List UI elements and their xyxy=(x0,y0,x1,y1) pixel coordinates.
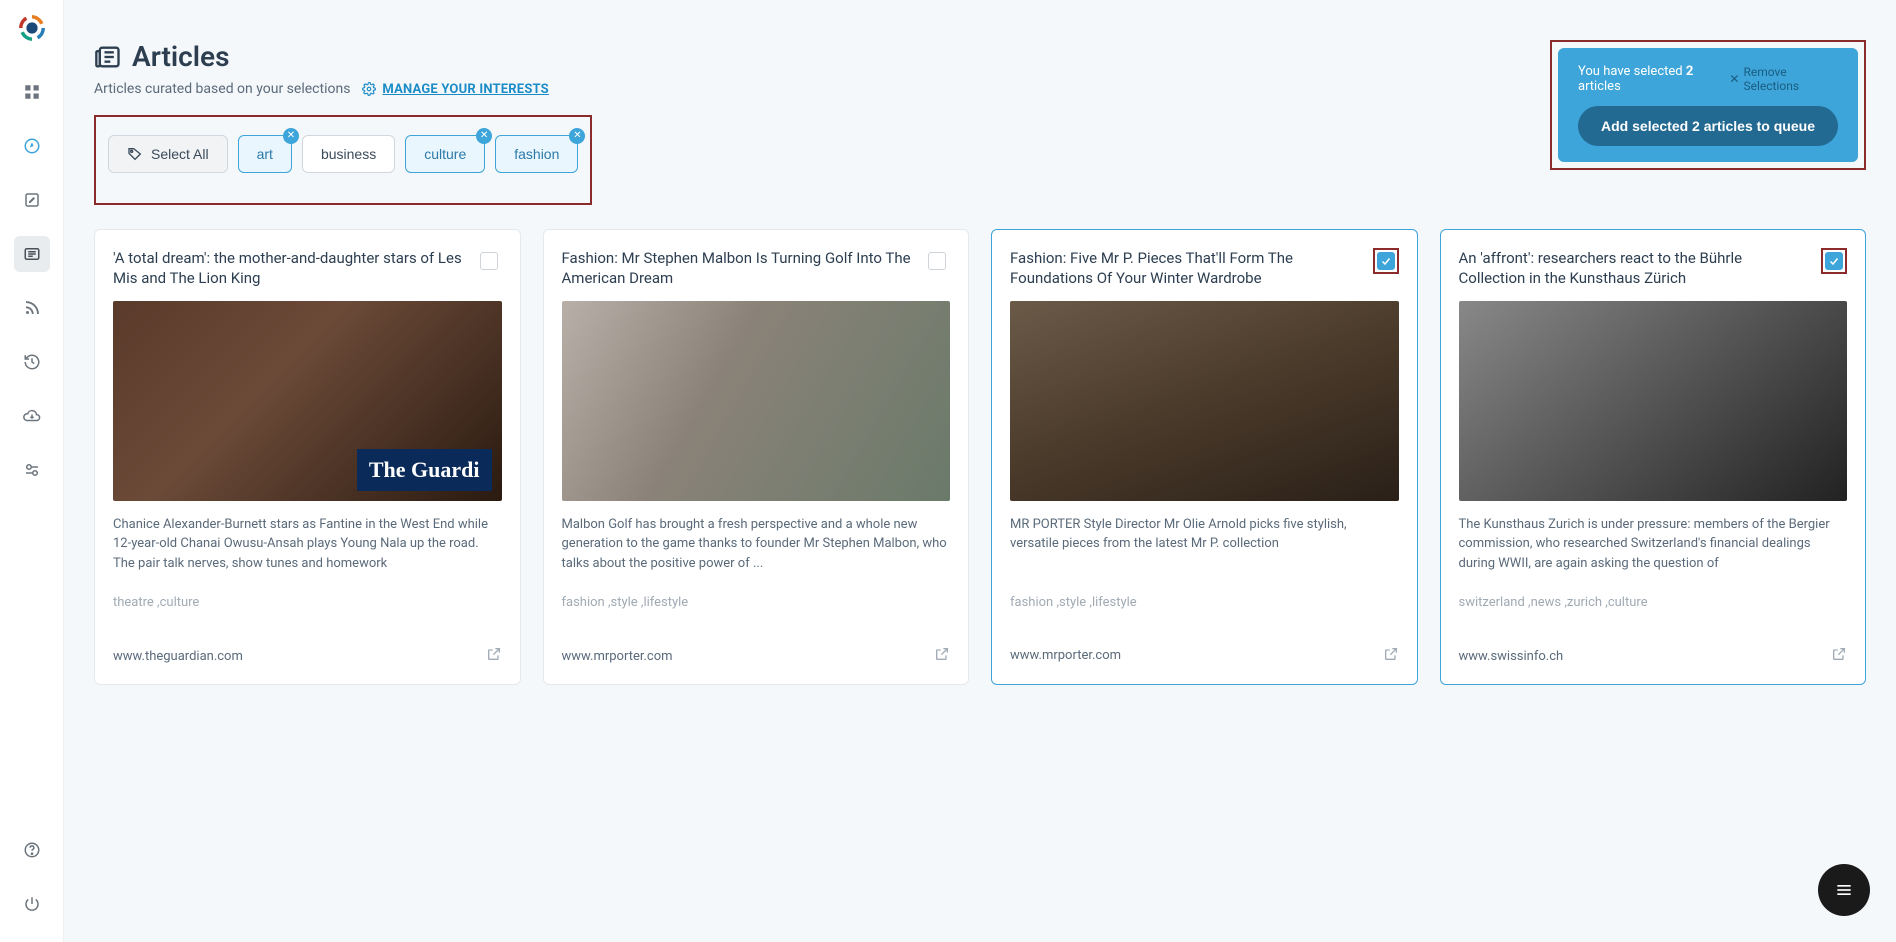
article-image[interactable] xyxy=(1459,301,1848,501)
nav-logout[interactable] xyxy=(14,886,50,922)
checkbox-highlight xyxy=(476,248,502,274)
sidebar xyxy=(0,0,64,942)
article-card: An 'affront': researchers react to the B… xyxy=(1440,229,1867,685)
article-tags: fashion ,style ,lifestyle xyxy=(562,595,951,610)
article-source[interactable]: www.mrporter.com xyxy=(562,649,673,664)
article-image[interactable] xyxy=(562,301,951,501)
article-tags: theatre ,culture xyxy=(113,595,502,610)
filter-tag-culture[interactable]: culture✕ xyxy=(405,135,485,173)
article-checkbox[interactable] xyxy=(928,252,946,270)
select-all-button[interactable]: Select All xyxy=(108,135,228,173)
filter-tags-box: Select All art✕ business culture✕ fashion✕ xyxy=(94,115,592,205)
nav-articles[interactable] xyxy=(14,236,50,272)
page-title: Articles xyxy=(94,40,592,73)
close-icon: ✕ xyxy=(1729,72,1739,86)
article-title[interactable]: Fashion: Five Mr P. Pieces That'll Form … xyxy=(1010,248,1363,289)
nav-history[interactable] xyxy=(14,344,50,380)
remove-tag-icon[interactable]: ✕ xyxy=(476,128,492,144)
page-title-text: Articles xyxy=(132,40,229,73)
external-link-icon[interactable] xyxy=(934,646,950,666)
remove-tag-icon[interactable]: ✕ xyxy=(283,128,299,144)
remove-selections-link[interactable]: ✕ Remove Selections xyxy=(1729,65,1838,93)
article-description: Malbon Golf has brought a fresh perspect… xyxy=(562,515,951,574)
article-source[interactable]: www.theguardian.com xyxy=(113,649,243,664)
external-link-icon[interactable] xyxy=(486,646,502,666)
menu-icon xyxy=(1834,880,1854,900)
article-title[interactable]: An 'affront': researchers react to the B… xyxy=(1459,248,1812,289)
gear-icon xyxy=(362,82,376,96)
selection-panel: You have selected 2 articles ✕ Remove Se… xyxy=(1558,48,1858,162)
article-source[interactable]: www.mrporter.com xyxy=(1010,648,1121,663)
article-card: Fashion: Mr Stephen Malbon Is Turning Go… xyxy=(543,229,970,685)
external-link-icon[interactable] xyxy=(1831,646,1847,666)
selection-panel-highlight: You have selected 2 articles ✕ Remove Se… xyxy=(1550,40,1866,170)
article-checkbox[interactable] xyxy=(1825,252,1843,270)
article-image[interactable] xyxy=(1010,301,1399,501)
nav-help[interactable] xyxy=(14,832,50,868)
article-title[interactable]: 'A total dream': the mother-and-daughter… xyxy=(113,248,466,289)
nav-download[interactable] xyxy=(14,398,50,434)
article-source[interactable]: www.swissinfo.ch xyxy=(1459,649,1564,664)
checkbox-highlight xyxy=(1373,248,1399,274)
article-card: 'A total dream': the mother-and-daughter… xyxy=(94,229,521,685)
selection-count-text: You have selected 2 articles xyxy=(1578,64,1729,94)
image-source-badge: The Guardi xyxy=(357,449,492,491)
page-subtitle: Articles curated based on your selection… xyxy=(94,81,350,97)
article-image[interactable]: The Guardi xyxy=(113,301,502,501)
filter-tag-fashion[interactable]: fashion✕ xyxy=(495,135,578,173)
nav-settings[interactable] xyxy=(14,452,50,488)
article-checkbox[interactable] xyxy=(1377,252,1395,270)
checkbox-highlight xyxy=(1821,248,1847,274)
app-logo xyxy=(18,14,46,42)
article-description: MR PORTER Style Director Mr Olie Arnold … xyxy=(1010,515,1399,573)
article-checkbox[interactable] xyxy=(480,252,498,270)
filter-tag-art[interactable]: art✕ xyxy=(238,135,292,173)
menu-fab[interactable] xyxy=(1818,864,1870,916)
article-description: Chanice Alexander-Burnett stars as Fanti… xyxy=(113,515,502,574)
add-to-queue-button[interactable]: Add selected 2 articles to queue xyxy=(1578,106,1838,146)
article-tags: switzerland ,news ,zurich ,culture xyxy=(1459,595,1848,610)
nav-compass[interactable] xyxy=(14,128,50,164)
filter-tag-business[interactable]: business xyxy=(302,135,395,173)
external-link-icon[interactable] xyxy=(1383,646,1399,666)
article-title[interactable]: Fashion: Mr Stephen Malbon Is Turning Go… xyxy=(562,248,915,289)
remove-selections-label: Remove Selections xyxy=(1743,65,1838,93)
tags-icon xyxy=(127,146,143,162)
manage-interests-link[interactable]: MANAGE YOUR INTERESTS xyxy=(362,82,548,97)
article-card: Fashion: Five Mr P. Pieces That'll Form … xyxy=(991,229,1418,685)
remove-tag-icon[interactable]: ✕ xyxy=(569,128,585,144)
article-description: The Kunsthaus Zurich is under pressure: … xyxy=(1459,515,1848,574)
nav-rss[interactable] xyxy=(14,290,50,326)
main-content: Articles Articles curated based on your … xyxy=(64,0,1896,942)
article-tags: fashion ,style ,lifestyle xyxy=(1010,595,1399,610)
checkbox-highlight xyxy=(924,248,950,274)
articles-grid: 'A total dream': the mother-and-daughter… xyxy=(94,229,1866,685)
manage-interests-text: MANAGE YOUR INTERESTS xyxy=(382,82,548,97)
nav-dashboard[interactable] xyxy=(14,74,50,110)
select-all-label: Select All xyxy=(151,146,209,162)
newspaper-icon xyxy=(94,43,122,71)
nav-compose[interactable] xyxy=(14,182,50,218)
